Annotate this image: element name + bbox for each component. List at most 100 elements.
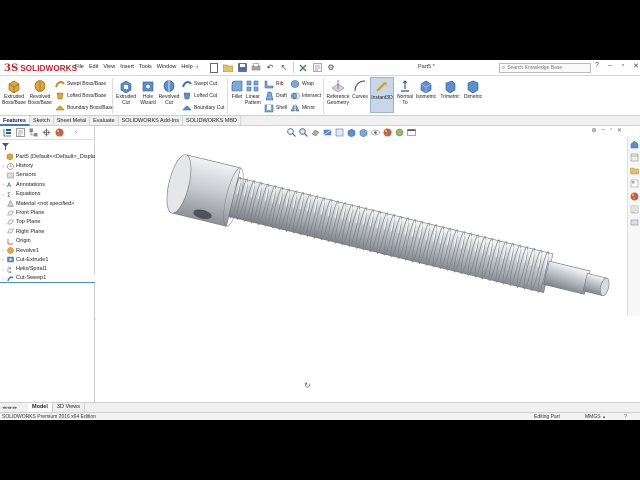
options-gear-icon[interactable]: ⚙ [325, 62, 337, 73]
close-icon[interactable]: ✕ [631, 62, 640, 70]
trimetric-button[interactable]: Trimetric [438, 79, 462, 100]
boundary-cut-button[interactable]: Boundary Cut [182, 102, 225, 113]
swept-cut-button[interactable]: Swept Cut [182, 78, 217, 89]
lofted-cut-icon [182, 91, 192, 101]
tree-item-cut-extrude1[interactable]: › Cut-Extrude1 [0, 255, 95, 264]
tree-item-equations[interactable]: › Σ Equations [0, 190, 95, 199]
draft-icon [264, 91, 274, 101]
tree-item-material[interactable]: Material <not specified> [0, 199, 95, 208]
curves-button[interactable]: Curves [351, 79, 369, 100]
file-properties-icon[interactable] [311, 62, 323, 73]
lofted-boss-label: Lofted Boss/Base [67, 92, 107, 99]
appearances-scenes-icon[interactable] [629, 191, 639, 201]
hole-wizard-icon [141, 79, 155, 93]
file-explorer-icon[interactable] [629, 165, 639, 175]
units-dropdown-icon[interactable]: ▲ [602, 414, 606, 419]
instant3d-button[interactable]: Instant3D [370, 77, 394, 113]
select-icon[interactable]: ↖ [278, 62, 290, 73]
solidworks-resources-icon[interactable] [629, 139, 639, 149]
intersect-button[interactable]: Intersect [290, 90, 321, 101]
tree-item-front-plane[interactable]: Front Plane [0, 208, 95, 217]
tree-item-origin[interactable]: Origin [0, 237, 95, 246]
menu-file[interactable]: File [75, 64, 84, 70]
menu-view[interactable]: View [103, 64, 115, 70]
boundary-boss-icon [55, 103, 65, 113]
boundary-cut-label: Boundary Cut [194, 104, 225, 111]
tree-item-top-plane[interactable]: Top Plane [0, 218, 95, 227]
extruded-boss-button[interactable]: Extruded Boss/Base [2, 79, 26, 106]
custom-properties-icon[interactable] [629, 204, 639, 214]
search-box[interactable]: ⌕ [499, 63, 591, 73]
feature-tree-tab-icon[interactable] [2, 128, 12, 138]
linear-pattern-button[interactable]: Linear Pattern [243, 79, 263, 106]
maximize-icon[interactable]: ▫ [618, 62, 628, 70]
display-manager-tab-icon[interactable] [54, 128, 64, 138]
window-controls: ? – ▫ ✕ [592, 62, 640, 70]
configuration-manager-tab-icon[interactable] [28, 128, 38, 138]
threaded-shaft-part[interactable] [96, 126, 626, 402]
reference-geometry-button[interactable]: Reference Geometry [325, 79, 351, 106]
property-manager-tab-icon[interactable] [15, 128, 25, 138]
menu-help[interactable]: Help [181, 64, 192, 70]
tab-evaluate[interactable]: Evaluate [90, 116, 119, 126]
revolved-boss-button[interactable]: Revolved Boss/Base [28, 79, 52, 106]
tree-item-sensors[interactable]: Sensors [0, 171, 95, 180]
dimetric-button[interactable]: Dimetric [462, 79, 484, 100]
help-icon[interactable]: ? [592, 62, 602, 70]
draft-button[interactable]: Draft [264, 90, 287, 101]
rebuild-icon[interactable] [297, 62, 309, 73]
tree-item-revolve1[interactable]: › Revolve1 [0, 246, 95, 255]
graphics-area[interactable]: ⊕ – ▫ ✕ ↻ [96, 126, 640, 402]
normal-to-button[interactable]: Normal To [396, 79, 414, 106]
tree-item-right-plane[interactable]: Right Plane [0, 227, 95, 236]
tree-root[interactable]: Part5 (Default<<Default>_Displa [0, 152, 95, 161]
tree-item-cut-sweep1[interactable]: › Cut-Sweep1 [0, 274, 95, 284]
solidworks-forum-icon[interactable] [629, 217, 639, 227]
lofted-boss-button[interactable]: Lofted Boss/Base [55, 90, 106, 101]
tree-item-helix-spiral1[interactable]: › Helix/Spiral1 [0, 265, 95, 274]
isometric-button[interactable]: Isometric [414, 79, 438, 100]
units-selector[interactable]: MMGS [585, 414, 601, 420]
menu-insert[interactable]: Insert [120, 64, 134, 70]
logo-menu-arrow-icon[interactable]: ▸ [66, 64, 69, 71]
tab-mbd[interactable]: SOLIDWORKS MBD [183, 116, 242, 126]
lofted-cut-button[interactable]: Lofted Cut [182, 90, 217, 101]
hole-wizard-button[interactable]: Hole Wizard [138, 79, 158, 106]
boundary-boss-button[interactable]: Boundary Boss/Base [55, 102, 114, 113]
minimize-icon[interactable]: – [605, 62, 615, 70]
wrap-button[interactable]: Wrap [290, 78, 314, 89]
filter-icon[interactable] [2, 143, 9, 152]
tab-sheet-metal[interactable]: Sheet Metal [54, 116, 91, 126]
tab-addins[interactable]: SOLIDWORKS Add-Ins [119, 116, 183, 126]
tab-sketch[interactable]: Sketch [30, 116, 54, 126]
menu-tools[interactable]: Tools [139, 64, 152, 70]
view-palette-icon[interactable] [629, 178, 639, 188]
revolved-cut-label: Revolved Cut [158, 94, 180, 106]
design-library-icon[interactable] [629, 152, 639, 162]
open-folder-icon[interactable] [222, 62, 234, 73]
search-input[interactable] [507, 65, 586, 71]
tree-item-history[interactable]: › History [0, 161, 95, 170]
dimxpert-tab-icon[interactable] [41, 128, 51, 138]
status-help-icon[interactable]: ? [624, 414, 627, 420]
tree-item-annotations[interactable]: › A Annotations [0, 180, 95, 189]
extruded-cut-button[interactable]: Extruded Cut [115, 79, 137, 106]
undo-icon[interactable]: ↶ [264, 62, 276, 73]
mirror-button[interactable]: Mirror [290, 102, 315, 113]
print-icon[interactable] [250, 62, 262, 73]
swept-boss-button[interactable]: Swept Boss/Base [55, 78, 106, 89]
rib-button[interactable]: Rib [264, 78, 284, 89]
command-manager: Extruded Boss/Base Revolved Boss/Base Sw… [0, 76, 640, 116]
shell-button[interactable]: Shell [264, 102, 287, 113]
save-icon[interactable] [236, 62, 248, 73]
menu-edit[interactable]: Edit [89, 64, 98, 70]
revolved-cut-button[interactable]: Revolved Cut [158, 79, 180, 106]
tab-features[interactable]: Features [0, 116, 30, 126]
tab-scroll-arrows-icon[interactable]: ◂◂ ◂ ▸ ▸▸ [0, 405, 28, 411]
tab-model[interactable]: Model [28, 403, 53, 412]
menu-window[interactable]: Window [157, 64, 177, 70]
panel-tabs-more-icon[interactable]: › [75, 130, 77, 136]
tab-3d-views[interactable]: 3D Views [53, 403, 86, 412]
pin-menu-icon[interactable]: ⊣ [193, 64, 198, 71]
new-document-icon[interactable] [208, 62, 220, 73]
